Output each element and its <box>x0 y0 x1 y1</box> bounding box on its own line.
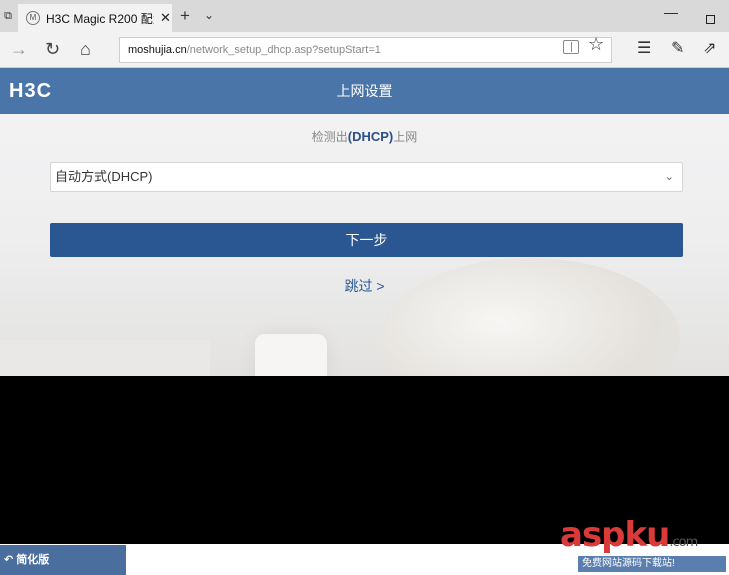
reading-view-icon[interactable] <box>563 40 579 54</box>
chevron-down-icon[interactable]: ⌄ <box>204 8 214 22</box>
tab-switcher-icon[interactable]: ⧉ <box>0 8 16 24</box>
home-icon[interactable]: ⌂ <box>80 38 91 60</box>
page-header: H3C 上网设置 <box>0 68 729 114</box>
navigation-bar: → ↻ ⌂ moshujia.cn/network_setup_dhcp.asp… <box>0 32 729 68</box>
close-tab-icon[interactable]: ✕ <box>160 10 171 26</box>
detect-prefix: 检测出 <box>311 130 348 144</box>
browser-window: ⧉ M H3C Magic R200 配置向 ✕ + ⌄ — → ↻ ⌂ mos… <box>0 0 729 376</box>
address-path: /network_setup_dhcp.asp?setupStart=1 <box>186 44 381 56</box>
watermark-logo: aspku.com <box>560 515 698 555</box>
watermark-text: aspku <box>560 515 670 555</box>
detect-mode: (DHCP) <box>347 129 394 144</box>
background-photo-cup <box>255 334 327 376</box>
share-icon[interactable]: ⇗ <box>703 38 716 58</box>
connection-mode-select[interactable]: 自动方式(DHCP) ⌄ <box>50 162 683 192</box>
maximize-icon[interactable] <box>706 15 715 24</box>
connection-mode-value: 自动方式(DHCP) <box>55 169 153 184</box>
tab-active[interactable]: M H3C Magic R200 配置向 ✕ <box>18 4 172 32</box>
detection-message: 检测出(DHCP)上网 <box>0 128 729 145</box>
tab-title: H3C Magic R200 配置向 <box>46 11 154 26</box>
minimize-icon[interactable]: — <box>664 4 678 20</box>
router-setup-page: H3C 上网设置 检测出(DHCP)上网 自动方式(DHCP) ⌄ 下一步 跳过… <box>0 68 729 376</box>
favorite-star-icon[interactable]: ☆ <box>588 34 604 55</box>
background-photo-table <box>0 340 210 376</box>
next-step-button[interactable]: 下一步 <box>50 223 683 257</box>
watermark-tld: .com <box>669 535 698 550</box>
refresh-icon[interactable]: ↻ <box>45 38 60 60</box>
skip-link[interactable]: 跳过 > <box>0 276 729 296</box>
tab-bar: ⧉ M H3C Magic R200 配置向 ✕ + ⌄ — <box>0 0 729 32</box>
hub-icon[interactable]: ☰ <box>637 38 651 58</box>
favicon-icon: M <box>26 11 40 25</box>
detect-suffix: 上网 <box>393 130 418 144</box>
watermark-subtitle: 免费网站源码下载站! <box>578 556 726 572</box>
page-title: 上网设置 <box>336 83 393 99</box>
chevron-down-icon: ⌄ <box>664 171 674 183</box>
simple-version-tab[interactable]: ↶ 简化版 <box>0 545 126 575</box>
new-tab-icon[interactable]: + <box>180 7 190 25</box>
address-bar[interactable]: moshujia.cn/network_setup_dhcp.asp?setup… <box>119 37 612 63</box>
web-note-icon[interactable]: ✎ <box>671 38 684 58</box>
address-host: moshujia.cn <box>128 44 187 56</box>
forward-icon[interactable]: → <box>10 38 28 60</box>
